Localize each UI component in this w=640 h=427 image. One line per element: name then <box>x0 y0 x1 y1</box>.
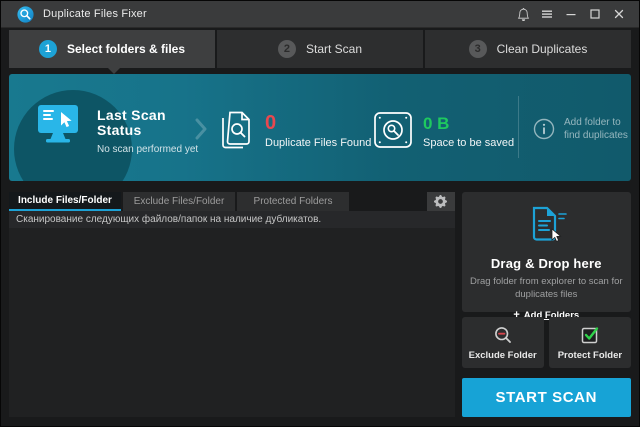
wizard-steps: 1 Select folders & files 2 Start Scan 3 … <box>9 30 631 68</box>
space-saved-stat: 0 B Space to be saved <box>373 110 514 150</box>
step-number-badge: 3 <box>469 40 487 58</box>
exclude-folder-button[interactable]: Exclude Folder <box>462 317 544 368</box>
step-select-folders[interactable]: 1 Select folders & files <box>9 30 215 68</box>
app-logo-icon <box>17 6 34 23</box>
last-scan-status: Last Scan Status No scan performed yet <box>97 108 198 155</box>
dropzone-title: Drag & Drop here <box>462 256 631 271</box>
minimize-icon <box>565 8 577 20</box>
step-label: Select folders & files <box>67 42 185 56</box>
banner-divider <box>518 96 519 158</box>
gear-icon <box>434 195 447 208</box>
protect-checkbox-icon <box>580 325 600 345</box>
protect-folder-label: Protect Folder <box>558 350 622 361</box>
monitor-icon <box>37 103 79 147</box>
add-folder-hint: Add folder to find duplicates <box>533 116 628 142</box>
menu-icon <box>541 8 553 20</box>
include-list-header: Сканирование следующих файлов/папок на н… <box>9 211 455 228</box>
last-scan-title-line2: Status <box>97 123 198 138</box>
tab-protected-folders[interactable]: Protected Folders <box>237 192 349 211</box>
active-step-notch <box>107 67 121 74</box>
tab-exclude-files[interactable]: Exclude Files/Folder <box>123 192 235 211</box>
step-clean-duplicates[interactable]: 3 Clean Duplicates <box>425 30 631 68</box>
step-number-badge: 1 <box>39 40 57 58</box>
folder-tabs: Include Files/Folder Exclude Files/Folde… <box>9 192 455 211</box>
close-icon <box>613 8 625 20</box>
dropzone-desc-line2: duplicates files <box>462 288 631 301</box>
step-number-badge: 2 <box>278 40 296 58</box>
step-start-scan[interactable]: 2 Start Scan <box>217 30 423 68</box>
titlebar: Duplicate Files Fixer <box>1 1 639 28</box>
drag-drop-zone[interactable]: Drag & Drop here Drag folder from explor… <box>462 192 631 312</box>
add-hint-line2: find duplicates <box>564 129 628 142</box>
minimize-button[interactable] <box>559 2 583 26</box>
folder-action-buttons: Exclude Folder Protect Folder <box>462 317 631 368</box>
exclude-magnifier-icon <box>493 325 513 345</box>
step-label: Clean Duplicates <box>497 42 588 56</box>
include-list-area[interactable] <box>9 228 455 417</box>
maximize-icon <box>589 8 601 20</box>
exclude-folder-label: Exclude Folder <box>469 350 537 361</box>
settings-button[interactable] <box>427 192 455 211</box>
duplicate-files-icon <box>219 110 255 152</box>
scan-status-banner: Last Scan Status No scan performed yet 0… <box>9 74 631 181</box>
dropzone-description: Drag folder from explorer to scan for du… <box>462 275 631 301</box>
dropzone-desc-line1: Drag folder from explorer to scan for <box>462 275 631 288</box>
app-window: Duplicate Files Fixer <box>0 0 640 427</box>
duplicate-files-count: 0 <box>265 112 371 134</box>
maximize-button[interactable] <box>583 2 607 26</box>
menu-button[interactable] <box>535 2 559 26</box>
window-title: Duplicate Files Fixer <box>43 8 147 20</box>
notifications-button[interactable] <box>511 2 535 26</box>
titlebar-controls <box>511 2 631 26</box>
main-content: Include Files/Folder Exclude Files/Folde… <box>9 192 631 417</box>
space-saved-label: Space to be saved <box>423 137 514 149</box>
last-scan-subtitle: No scan performed yet <box>97 144 198 155</box>
protect-folder-button[interactable]: Protect Folder <box>549 317 631 368</box>
tab-include-files[interactable]: Include Files/Folder <box>9 192 121 211</box>
chevron-right-icon <box>195 118 207 140</box>
duplicate-files-label: Duplicate Files Found <box>265 137 371 149</box>
info-icon <box>533 118 555 140</box>
space-saved-value: 0 B <box>423 112 514 134</box>
last-scan-title-line1: Last Scan <box>97 108 198 123</box>
step-label: Start Scan <box>306 42 362 56</box>
start-scan-button[interactable]: START SCAN <box>462 378 631 417</box>
drop-document-icon <box>524 205 568 245</box>
folders-panel: Include Files/Folder Exclude Files/Folde… <box>9 192 455 417</box>
actions-panel: Drag & Drop here Drag folder from explor… <box>462 192 631 417</box>
disk-space-icon <box>373 110 413 150</box>
duplicate-files-stat: 0 Duplicate Files Found <box>219 110 371 152</box>
add-hint-line1: Add folder to <box>564 116 628 129</box>
bell-icon <box>517 8 530 21</box>
close-button[interactable] <box>607 2 631 26</box>
tab-spacer <box>351 192 425 211</box>
